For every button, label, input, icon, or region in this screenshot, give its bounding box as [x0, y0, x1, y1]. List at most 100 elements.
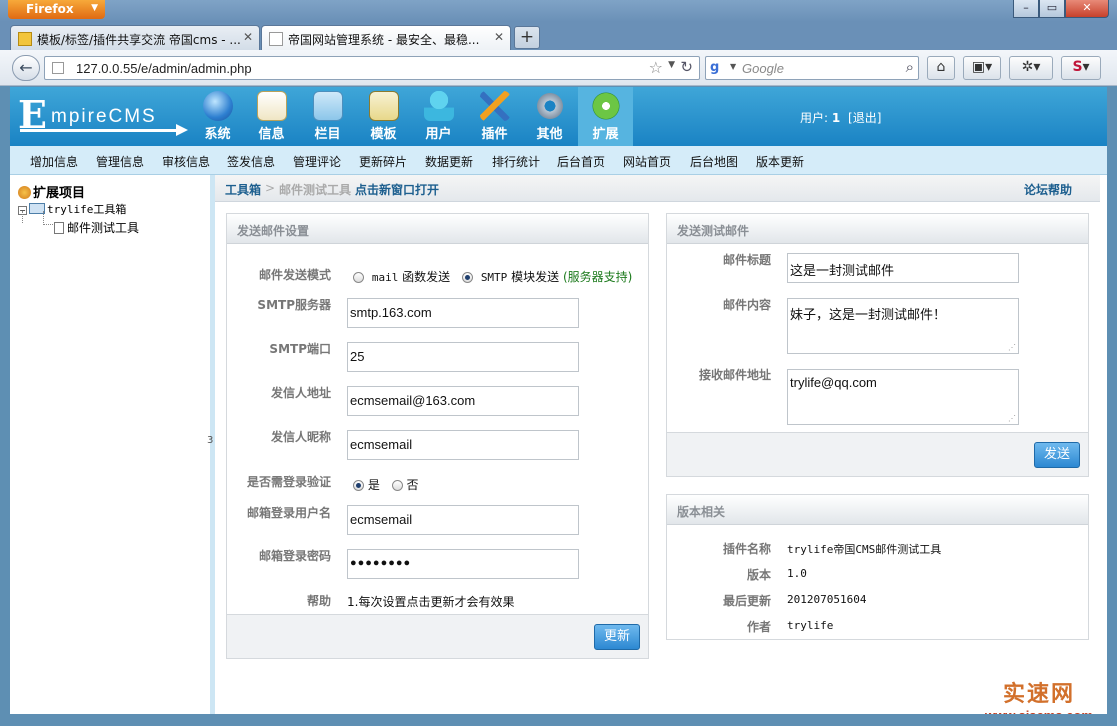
mode-mail-code: mail [371, 271, 399, 284]
subnav-add-info[interactable]: 增加信息 [30, 153, 78, 170]
url-bar[interactable]: 127.0.0.55/e/admin/admin.php ☆ ▼ ↻ [44, 56, 700, 80]
plus-icon [590, 91, 621, 121]
close-tab-icon[interactable]: ✕ [494, 30, 504, 44]
addon-button[interactable]: ✲▾ [1009, 56, 1053, 80]
subnav-manage-comments[interactable]: 管理评论 [293, 153, 341, 170]
splitter-label: 3 [207, 435, 214, 446]
sender-address-label: 发信人地址 [270, 386, 331, 400]
plugin-name-value: trylife帝国CMS邮件测试工具 [787, 543, 942, 556]
tree-item-mail-test[interactable]: 邮件测试工具 [54, 219, 139, 236]
nav-system[interactable]: 系统 [190, 87, 245, 146]
subnav-admin-home[interactable]: 后台首页 [557, 153, 605, 170]
login-password-input[interactable]: ●●●●●●●● [347, 549, 579, 579]
firefox-menu-label: Firefox [26, 2, 74, 16]
send-button[interactable]: 发送 [1034, 442, 1080, 468]
subnav-data-update[interactable]: 数据更新 [425, 153, 473, 170]
search-engine-dropdown-icon[interactable]: ▼ [730, 62, 736, 71]
auth-no-radio[interactable] [391, 480, 403, 491]
subnav-update-fragments[interactable]: 更新碎片 [359, 153, 407, 170]
minimize-icon[interactable]: – [1013, 0, 1039, 18]
search-icon[interactable]: ⌕ [906, 58, 914, 76]
subnav-review-info[interactable]: 审核信息 [162, 153, 210, 170]
browser-tab-2[interactable]: 帝国网站管理系统 - 最安全、最稳... ✕ [261, 25, 511, 50]
bookmark-star-icon[interactable]: ☆ [649, 58, 663, 77]
status-bar [0, 714, 1117, 726]
auth-required-label: 是否需登录验证 [246, 475, 331, 489]
resize-grip-icon[interactable]: ⋰ [1008, 414, 1016, 423]
reload-icon[interactable]: ↻ [680, 58, 693, 76]
panel-title: 发送邮件设置 [227, 214, 648, 244]
update-button[interactable]: 更新 [594, 624, 640, 650]
extension-s-icon: S [1072, 59, 1083, 75]
extension-root-icon [18, 186, 31, 199]
document-icon [256, 91, 287, 121]
site-identity-icon[interactable] [52, 62, 64, 74]
back-button[interactable]: ← [12, 55, 40, 81]
google-icon[interactable]: g [710, 60, 728, 76]
url-text[interactable]: 127.0.0.55/e/admin/admin.php [76, 61, 252, 76]
subnav-sign-info[interactable]: 签发信息 [227, 153, 275, 170]
mail-body-text: 妹子，这是一封测试邮件！ [790, 307, 947, 322]
nav-column[interactable]: 栏目 [300, 87, 355, 146]
nav-plugin[interactable]: 插件 [467, 87, 522, 146]
mail-body-label: 邮件内容 [722, 298, 771, 312]
subnav-ranking[interactable]: 排行统计 [492, 153, 540, 170]
page-icon [269, 32, 283, 46]
tab-title: 模板/标签/插件共享交流 帝国cms - ... [37, 33, 241, 47]
nav-info[interactable]: 信息 [244, 87, 299, 146]
subnav-admin-map[interactable]: 后台地图 [690, 153, 738, 170]
sender-address-input[interactable]: ecmsemail@163.com [347, 386, 579, 416]
auth-yes-radio[interactable] [353, 480, 364, 491]
auth-required-options: 是 否 [353, 476, 419, 493]
subnav-manage-info[interactable]: 管理信息 [96, 153, 144, 170]
logout-link[interactable]: [退出] [848, 111, 881, 125]
smtp-port-label: SMTP端口 [269, 342, 331, 356]
recipient-textarea[interactable]: trylife@qq.com ⋰ [787, 369, 1019, 425]
auth-no-label: 否 [406, 478, 419, 492]
send-mode-label: 邮件发送模式 [258, 268, 331, 282]
nav-template[interactable]: 模板 [356, 87, 411, 146]
nav-label: 系统 [204, 127, 231, 142]
breadcrumb-root[interactable]: 工具箱 [225, 181, 261, 198]
search-placeholder[interactable]: Google [742, 61, 784, 76]
resize-grip-icon[interactable]: ⋰ [1008, 343, 1016, 352]
sender-nickname-input[interactable]: ecmsemail [347, 430, 579, 460]
browser-tab-1[interactable]: 模板/标签/插件共享交流 帝国cms - ... ✕ [10, 25, 260, 50]
window-icon [368, 91, 399, 121]
firefox-menu-button[interactable]: Firefox ▼ [8, 0, 105, 19]
nav-label: 其他 [536, 127, 563, 142]
home-button[interactable]: ⌂ [927, 56, 955, 80]
mail-body-textarea[interactable]: 妹子，这是一封测试邮件！ ⋰ [787, 298, 1019, 354]
tree-root[interactable]: 扩展项目 [18, 182, 85, 201]
close-tab-icon[interactable]: ✕ [243, 30, 253, 44]
smtp-port-input[interactable]: 25 [347, 342, 579, 372]
login-user-input[interactable]: ecmsemail [347, 505, 579, 535]
nav-extend[interactable]: 扩展 [578, 87, 633, 146]
nav-user[interactable]: 用户 [411, 87, 466, 146]
mail-subject-input[interactable]: 这是一封测试邮件 [787, 253, 1019, 283]
subnav-version-update[interactable]: 版本更新 [756, 153, 804, 170]
history-dropdown-icon[interactable]: ▼ [668, 60, 675, 70]
open-new-window-link[interactable]: 点击新窗口打开 [355, 181, 439, 198]
nav-other[interactable]: 其他 [522, 87, 577, 146]
tree-item-label: 邮件测试工具 [67, 221, 140, 235]
mode-mail-radio[interactable] [353, 272, 364, 283]
extension-button[interactable]: S▾ [1061, 56, 1101, 80]
close-window-icon[interactable]: ✕ [1065, 0, 1109, 18]
tree-line [43, 211, 44, 223]
smtp-server-input[interactable]: smtp.163.com [347, 298, 579, 328]
mode-smtp-radio[interactable] [461, 272, 473, 283]
tree-root-label: 扩展项目 [33, 186, 86, 201]
maximize-icon[interactable]: ▭ [1039, 0, 1065, 18]
user-info: 用户: 1 [退出] [800, 109, 881, 126]
subnav-site-home[interactable]: 网站首页 [623, 153, 671, 170]
tree-folder-trylife[interactable]: − trylife工具箱 [18, 201, 126, 217]
search-bar[interactable]: g ▼ Google ⌕ [705, 56, 919, 80]
navigation-toolbar: ← 127.0.0.55/e/admin/admin.php ☆ ▼ ↻ g ▼… [0, 50, 1117, 86]
smtp-server-note: (服务器支持) [562, 270, 633, 284]
bookmarks-menu-button[interactable]: ▣▾ [963, 56, 1001, 80]
sub-navigation: 增加信息 管理信息 审核信息 签发信息 管理评论 更新碎片 数据更新 排行统计 … [10, 146, 1107, 175]
new-tab-button[interactable]: + [514, 26, 540, 49]
forum-help-link[interactable]: 论坛帮助 [1024, 181, 1072, 198]
cms-header: E mpireCMS 系统 信息 栏目 模板 用户 插件 其他 扩展 用户: 1… [10, 87, 1107, 146]
